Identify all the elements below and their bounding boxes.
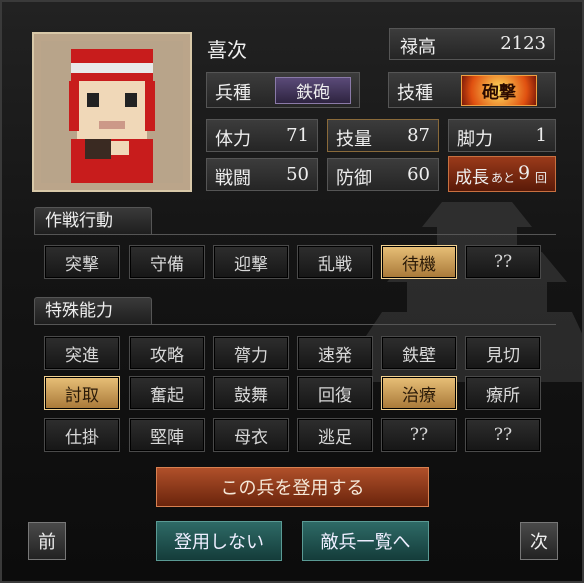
stat-combat: 戦闘 50: [206, 158, 318, 191]
ability-button[interactable]: ??: [465, 418, 541, 452]
troop-type-label: 兵種: [215, 83, 251, 104]
ability-button[interactable]: 見切: [465, 336, 541, 370]
stipend-value: 2123: [500, 33, 546, 54]
stat-hp: 体力 71: [206, 119, 318, 152]
next-button[interactable]: 次: [520, 522, 558, 560]
unit-portrait: [32, 32, 192, 192]
growth-value: 9: [518, 162, 531, 184]
ability-button[interactable]: 鼓舞: [213, 376, 289, 410]
tactic-button[interactable]: 突撃: [44, 245, 120, 279]
ability-button[interactable]: 速発: [297, 336, 373, 370]
ability-button[interactable]: 堅陣: [129, 418, 205, 452]
unit-detail-screen: { "unit": {"name": "喜次"}, "stipend": {"l…: [0, 0, 584, 583]
ability-button[interactable]: 鉄壁: [381, 336, 457, 370]
stipend-box: 禄高 2123: [389, 28, 555, 60]
tactic-button[interactable]: 待機: [381, 245, 457, 279]
growth-suffix: あと: [491, 171, 516, 185]
abilities-divider: [34, 324, 556, 325]
stipend-label: 禄高: [400, 37, 436, 58]
ability-button[interactable]: 逃足: [297, 418, 373, 452]
tactics-divider: [34, 234, 556, 235]
tactic-button[interactable]: 迎撃: [213, 245, 289, 279]
ability-button[interactable]: 攻略: [129, 336, 205, 370]
tactic-button[interactable]: 乱戦: [297, 245, 373, 279]
tactics-header: 作戦行動: [34, 207, 152, 235]
ability-button[interactable]: ??: [381, 418, 457, 452]
ability-button[interactable]: 突進: [44, 336, 120, 370]
hire-button[interactable]: この兵を登用する: [156, 467, 429, 507]
stat-defense: 防御 60: [327, 158, 439, 191]
growth-badge: 成長 あと 9 回: [448, 156, 556, 192]
tactic-button[interactable]: ??: [465, 245, 541, 279]
enemy-list-button[interactable]: 敵兵一覧へ: [302, 521, 429, 561]
ability-button[interactable]: 回復: [297, 376, 373, 410]
ability-button[interactable]: 奮起: [129, 376, 205, 410]
ability-button[interactable]: 膂力: [213, 336, 289, 370]
stat-skill: 技量 87: [327, 119, 439, 152]
prev-button[interactable]: 前: [28, 522, 66, 560]
ability-button[interactable]: 討取: [44, 376, 120, 410]
troop-type-box: 兵種 鉄砲: [206, 72, 360, 108]
ability-button[interactable]: 療所: [465, 376, 541, 410]
tech-type-label: 技種: [397, 83, 433, 104]
tactic-button[interactable]: 守備: [129, 245, 205, 279]
unit-name: 喜次: [207, 38, 247, 62]
tech-type-box: 技種 砲撃: [388, 72, 556, 108]
tech-type-value: 砲撃: [461, 75, 537, 106]
ability-button[interactable]: 母衣: [213, 418, 289, 452]
abilities-header: 特殊能力: [34, 297, 152, 325]
soldier-portrait-icon: [69, 49, 155, 183]
ability-button[interactable]: 治療: [381, 376, 457, 410]
stat-speed: 脚力 1: [448, 119, 556, 152]
ability-button[interactable]: 仕掛: [44, 418, 120, 452]
decline-button[interactable]: 登用しない: [156, 521, 282, 561]
troop-type-value: 鉄砲: [275, 77, 351, 104]
growth-unit: 回: [535, 171, 548, 185]
growth-label: 成長: [455, 168, 489, 188]
